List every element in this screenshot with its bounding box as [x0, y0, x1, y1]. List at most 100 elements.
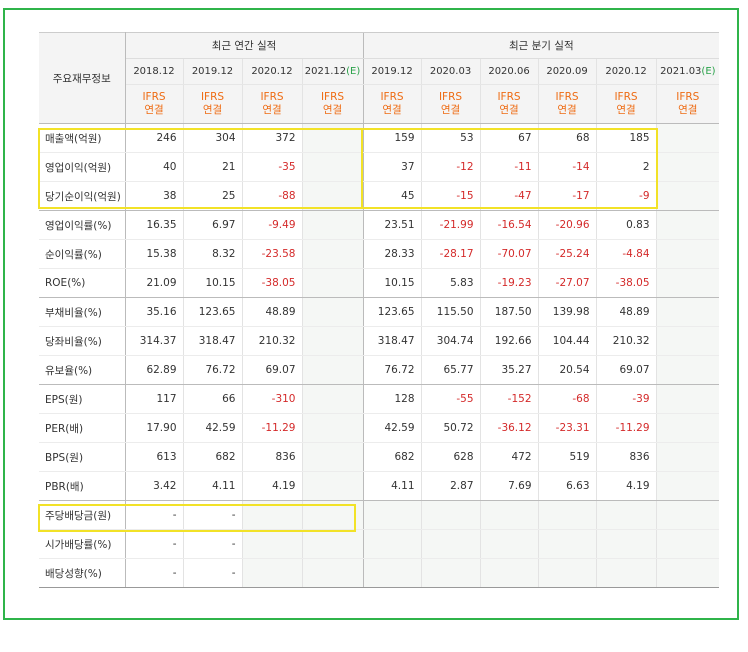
table-cell: 7.69 [479, 471, 539, 501]
table-cell: 519 [537, 442, 597, 472]
table-cell [655, 297, 720, 327]
table-cell: 69.07 [595, 355, 657, 385]
table-cell: -20.96 [537, 210, 597, 240]
table-cell: - [125, 558, 183, 588]
ifrs-badge: IFRS 연결 [241, 84, 302, 124]
table-cell: -14 [537, 152, 597, 182]
ifrs-label: IFRS [438, 91, 463, 103]
ifrs-badge: IFRS 연결 [479, 84, 539, 124]
table-cell: 318.47 [182, 326, 242, 356]
row-label: 부채비율(%) [39, 297, 126, 327]
table-cell [655, 181, 720, 211]
table-cell [655, 529, 720, 559]
row-label: EPS(원) [39, 384, 126, 414]
table-cell [537, 500, 597, 530]
table-row: PER(배) 17.90 42.59 -11.29 42.59 50.72 -36.12 -2… [39, 413, 720, 443]
table-cell: 10.15 [362, 268, 422, 298]
table-row: PBR(배) 3.42 4.11 4.19 4.11 2.87 7.69 6.63 4.19 [39, 471, 720, 501]
table-cell: -9 [595, 181, 657, 211]
consolidated-label: 연결 [616, 104, 636, 116]
table-cell: 314.37 [125, 326, 183, 356]
row-label: PBR(배) [39, 471, 126, 501]
ifrs-badge: IFRS 연결 [182, 84, 242, 124]
period-label: 2020.09 [546, 66, 588, 77]
row-label: PER(배) [39, 413, 126, 443]
row-label: 당기순이익(억원) [39, 181, 126, 211]
table-cell: 67 [479, 123, 539, 153]
table-cell [301, 442, 364, 472]
financial-summary-table: 주요재무정보 최근 연간 실적 최근 분기 실적 2018.12 2019.12 2… [39, 32, 720, 588]
period-header-annual-3: 2021.12(E) [301, 58, 364, 85]
table-cell [362, 529, 422, 559]
table-cell [595, 529, 657, 559]
table-cell: 25 [182, 181, 242, 211]
table-cell: 65.77 [420, 355, 481, 385]
table-cell: 187.50 [479, 297, 539, 327]
ifrs-label: IFRS [142, 91, 166, 103]
table-cell: 210.32 [241, 326, 302, 356]
period-header-quarterly-0: 2019.12 [362, 58, 422, 85]
table-cell: -36.12 [479, 413, 539, 443]
table-cell [301, 326, 364, 356]
table-cell: 123.65 [362, 297, 422, 327]
period-label: 2020.12 [605, 66, 647, 77]
table-cell: 4.11 [182, 471, 242, 501]
table-cell [420, 529, 481, 559]
row-label: 배당성향(%) [39, 558, 126, 588]
ifrs-badge: IFRS 연결 [420, 84, 481, 124]
ifrs-label: IFRS [200, 91, 225, 103]
period-label: 2020.12 [251, 66, 293, 77]
period-header-quarterly-1: 2020.03 [420, 58, 481, 85]
table-cell [537, 558, 597, 588]
table-cell: 4.19 [241, 471, 302, 501]
table-cell [301, 239, 364, 269]
consolidated-label: 연결 [382, 104, 402, 116]
table-cell: -38.05 [595, 268, 657, 298]
table-cell: -4.84 [595, 239, 657, 269]
table-row: 영업이익률(%) 16.35 6.97 -9.49 23.51 -21.99 -16.54-… [39, 210, 720, 240]
table-cell: -27.07 [537, 268, 597, 298]
ifrs-badge: IFRS 연결 [125, 84, 183, 124]
table-row: 영업이익(억원) 40 21 -35 37 -12 -11 -14 2 [39, 152, 720, 182]
table-row: 시가배당률(%) - - [39, 529, 720, 559]
table-cell: 2.87 [420, 471, 481, 501]
consolidated-label: 연결 [499, 104, 519, 116]
table-cell: - [125, 529, 183, 559]
table-cell [595, 558, 657, 588]
table-cell: 682 [182, 442, 242, 472]
row-label: 주당배당금(원) [39, 500, 126, 530]
table-cell: 4.11 [362, 471, 422, 501]
table-cell: 4.19 [595, 471, 657, 501]
period-header-annual-2: 2020.12 [241, 58, 302, 85]
table-row: 매출액(억원) 246 304 372 159 53 67 68 185 [39, 123, 720, 153]
ifrs-badge: IFRS 연결 [362, 84, 422, 124]
table-cell: 117 [125, 384, 183, 414]
ifrs-label: IFRS [614, 91, 638, 103]
table-cell: 613 [125, 442, 183, 472]
table-cell [301, 268, 364, 298]
consolidated-label: 연결 [557, 104, 577, 116]
table-cell: -17 [537, 181, 597, 211]
table-cell [241, 500, 302, 530]
table-cell: 318.47 [362, 326, 422, 356]
table-cell: -25.24 [537, 239, 597, 269]
table-cell: -12 [420, 152, 481, 182]
row-label: 순이익률(%) [39, 239, 126, 269]
period-header-quarterly-2: 2020.06 [479, 58, 539, 85]
table-cell [655, 471, 720, 501]
table-cell: -28.17 [420, 239, 481, 269]
table-cell: 53 [420, 123, 481, 153]
table-cell: - [182, 529, 242, 559]
table-cell: 23.51 [362, 210, 422, 240]
table-cell [655, 326, 720, 356]
table-cell: 66 [182, 384, 242, 414]
table-cell: - [125, 500, 183, 530]
ifrs-label: IFRS [320, 91, 345, 103]
period-header-quarterly-3: 2020.09 [537, 58, 597, 85]
table-cell [655, 123, 720, 153]
table-cell: 40 [125, 152, 183, 182]
table-cell [301, 123, 364, 153]
table-cell: 76.72 [362, 355, 422, 385]
table-cell: 246 [125, 123, 183, 153]
ifrs-label: IFRS [380, 91, 404, 103]
